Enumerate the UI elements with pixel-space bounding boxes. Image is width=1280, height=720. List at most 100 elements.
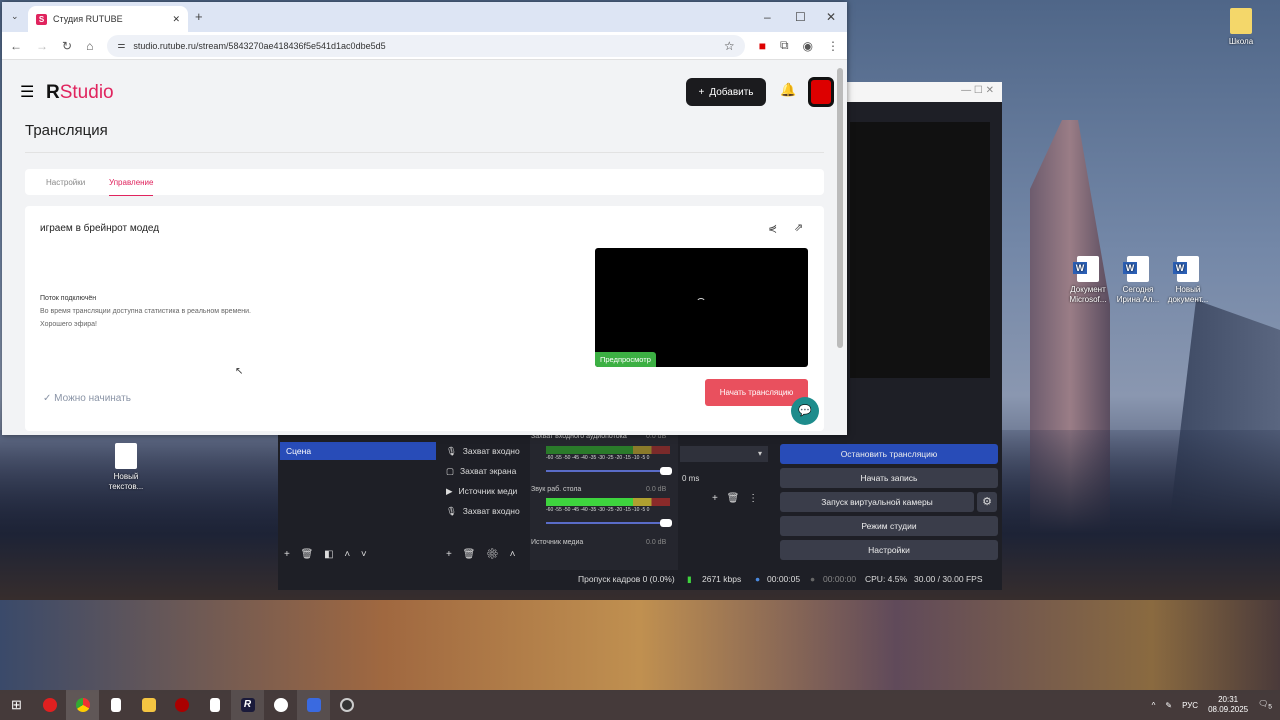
tab-bar: ⌄ S Студия RUTUBE ✕ + – ☐ ✕ (2, 2, 847, 32)
desktop-icon-school[interactable]: Школа (1213, 8, 1269, 47)
url-input[interactable]: ⚌ studio.rutube.ru/stream/5843270ae418436… (107, 34, 745, 57)
transition-select[interactable]: ▾ (680, 446, 768, 462)
folder-icon (1230, 8, 1252, 34)
meter-ticks: -60 -55 -50 -45 -40 -35 -30 -25 -20 -15 … (546, 455, 650, 461)
reload-icon[interactable]: ↻ (62, 39, 72, 53)
stream-preview[interactable]: Предпросмотр (595, 248, 808, 367)
mouse-cursor: ↖ (235, 366, 244, 377)
taskbar-chrome[interactable] (66, 690, 99, 720)
scene-toolbar[interactable]: + 🗑 ◧ ˄ ˅ (284, 549, 367, 560)
check-icon: ✓ (43, 393, 55, 404)
maximize-button[interactable]: ☐ (795, 10, 806, 24)
source-item[interactable]: 🎙 Захват входно (446, 506, 520, 517)
close-button[interactable]: ✕ (826, 10, 836, 24)
source-item[interactable]: ▶ Источник меди (446, 486, 517, 497)
stream-card: играем в брейнрот модед ⋞ ⇗ Поток подклю… (25, 206, 824, 431)
tab-management[interactable]: Управление (109, 178, 154, 196)
taskbar-obs[interactable] (330, 690, 363, 720)
sources-toolbar[interactable]: + 🗑 ⚙ ˄ (446, 549, 515, 560)
close-tab-icon[interactable]: ✕ (172, 14, 180, 25)
language-indicator[interactable]: РУС (1182, 701, 1198, 710)
avatar[interactable] (808, 77, 834, 107)
menu-icon[interactable]: ⋮ (827, 39, 839, 53)
tabs: Настройки Управление (25, 169, 824, 196)
bitrate: 2671 kbps (702, 574, 742, 584)
taskbar-explorer[interactable] (132, 690, 165, 720)
source-item[interactable]: ▢ Захват экрана (446, 466, 516, 477)
obs-titlebar: — ☐ ✕ (846, 82, 1002, 102)
obs-preview (850, 122, 990, 378)
mic-icon: 🎙 (446, 446, 457, 456)
home-icon[interactable]: ⌂ (86, 39, 93, 53)
back-icon[interactable]: ← (10, 39, 22, 53)
desktop-icon-text[interactable]: Новый текстов... (98, 443, 154, 492)
volume-slider[interactable] (546, 467, 672, 475)
taskbar-file[interactable] (99, 690, 132, 720)
wallpaper-river (0, 600, 1280, 690)
pen-icon[interactable]: ✎ (1165, 701, 1172, 710)
extensions-puzzle-icon[interactable]: ⧉ (780, 38, 789, 53)
text-file-icon (115, 443, 137, 469)
start-recording-button[interactable]: Начать запись (780, 468, 998, 488)
desktop-icon-doc2[interactable]: W Сегодня Ирина Ал... (1110, 256, 1166, 305)
cpu-usage: CPU: 4.5% (865, 574, 908, 584)
windows-icon: ⊞ (11, 697, 22, 712)
transition-toolbar[interactable]: + 🗑 ⋮ (712, 493, 758, 504)
transition-duration[interactable]: 0 ms (682, 474, 699, 483)
studio-page: ☰ RStudio + Добавить 🔔 Трансляция Настрой… (2, 60, 847, 435)
volume-meter (546, 446, 670, 454)
add-button[interactable]: + Добавить (686, 78, 766, 106)
settings-button[interactable]: Настройки (780, 540, 998, 560)
volume-slider[interactable] (546, 519, 672, 527)
taskbar-yandex-browser[interactable] (264, 690, 297, 720)
site-info-icon[interactable]: ⚌ (117, 40, 125, 51)
bookmark-star-icon[interactable]: ☆ (724, 39, 735, 53)
taskbar: ⊞ R ^ ✎ РУС 20:31 08.09.2025 🗨5 (0, 690, 1280, 720)
record-time: 00:00:00 (823, 574, 857, 584)
gear-icon[interactable]: ⚙ (977, 492, 997, 512)
minimize-button[interactable]: – (764, 10, 771, 24)
chat-support-icon[interactable]: 💬 (791, 397, 819, 425)
new-tab-button[interactable]: + (195, 9, 203, 24)
mixer-channel-db: 0.0 dB (646, 539, 667, 546)
scene-item[interactable]: Сцена (280, 442, 436, 460)
external-link-icon[interactable]: ⇗ (794, 221, 803, 234)
forward-icon[interactable]: → (36, 39, 48, 53)
share-icon[interactable]: ⋞ (768, 222, 777, 235)
hamburger-menu-icon[interactable]: ☰ (20, 82, 34, 102)
browser-tab[interactable]: S Студия RUTUBE ✕ (28, 6, 188, 32)
clock[interactable]: 20:31 08.09.2025 (1208, 695, 1248, 715)
virtual-camera-button[interactable]: Запуск виртуальной камеры (780, 492, 974, 512)
desktop-icon-doc3[interactable]: W Новый документ... (1160, 256, 1216, 305)
page-scrollbar[interactable] (837, 68, 843, 348)
taskbar-file[interactable] (198, 690, 231, 720)
word-icon: W (1073, 256, 1099, 282)
taskbar-yandex[interactable] (33, 690, 66, 720)
extension-icon[interactable]: ■ (759, 39, 766, 53)
mixer-channel-db: 0.0 dB (646, 486, 667, 493)
obs-window-top: — ☐ ✕ (846, 82, 1002, 422)
tray-chevron-icon[interactable]: ^ (1152, 701, 1156, 710)
rstudio-logo[interactable]: RStudio (46, 82, 114, 104)
start-stream-button[interactable]: Начать трансляцию (705, 379, 808, 406)
profile-icon[interactable]: ◉ (803, 39, 813, 53)
tab-settings[interactable]: Настройки (46, 178, 85, 187)
taskbar-app[interactable] (165, 690, 198, 720)
notifications-bell-icon[interactable]: 🔔 (780, 82, 796, 98)
word-icon: W (1173, 256, 1199, 282)
record-icon: ● (810, 574, 816, 584)
taskbar-app-blue[interactable] (297, 690, 330, 720)
start-button[interactable]: ⊞ (0, 690, 33, 720)
dropped-frames: Пропуск кадров 0 (0.0%) (578, 574, 675, 584)
mic-icon: 🎙 (446, 506, 457, 516)
plus-icon: + (698, 86, 705, 98)
notifications-icon[interactable]: 🗨5 (1258, 699, 1272, 711)
tab-search-icon[interactable]: ⌄ (11, 11, 19, 22)
studio-mode-button[interactable]: Режим студии (780, 516, 998, 536)
rutube-favicon: S (36, 13, 47, 25)
source-item[interactable]: 🎙 Захват входно (446, 446, 520, 457)
desktop-icon-doc1[interactable]: W Документ Microsof... (1060, 256, 1116, 305)
fps: 30.00 / 30.00 FPS (914, 574, 983, 584)
taskbar-rutube[interactable]: R (231, 690, 264, 720)
stop-stream-button[interactable]: Остановить трансляцию (780, 444, 998, 464)
